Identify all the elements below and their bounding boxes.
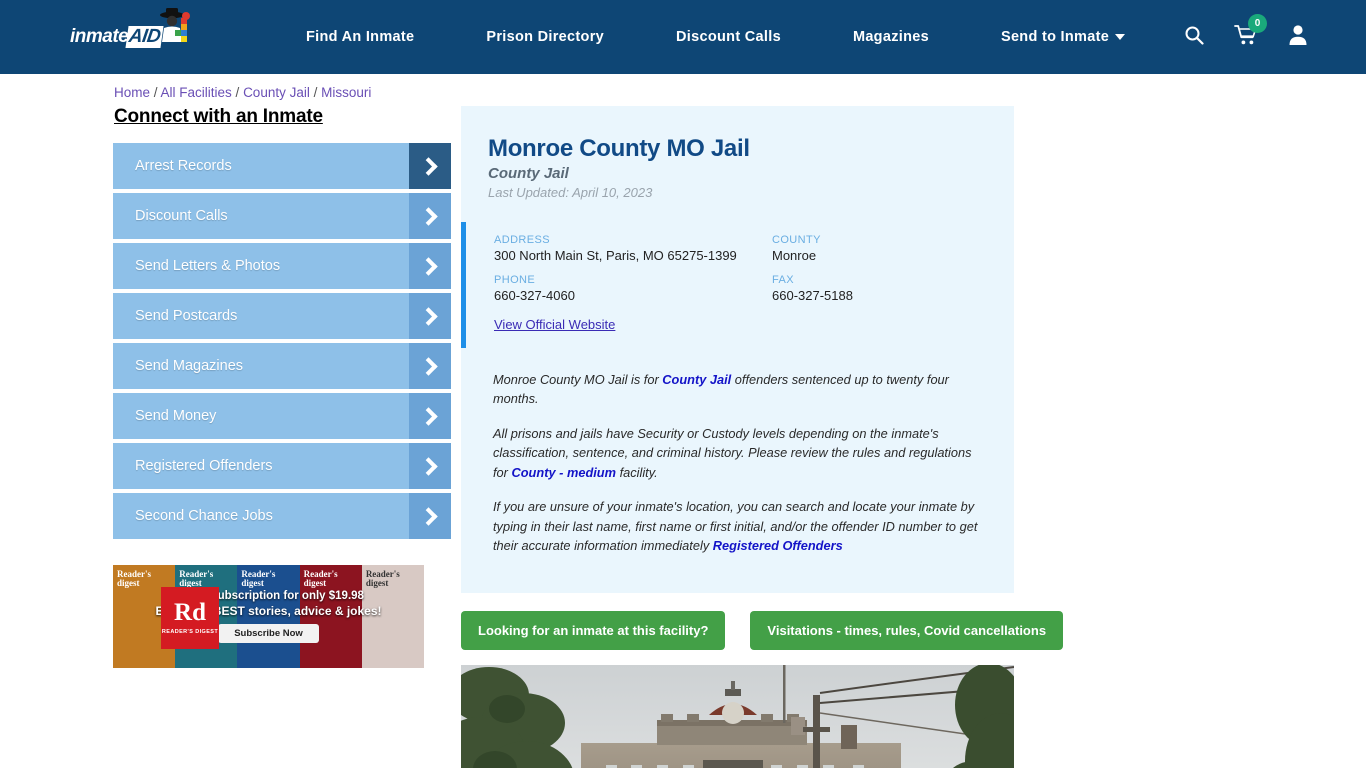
sidebar-item-discount-calls[interactable]: Discount Calls (113, 193, 451, 239)
breadcrumb-missouri[interactable]: Missouri (321, 85, 371, 100)
view-official-website-link[interactable]: View Official Website (494, 317, 615, 332)
readers-digest-logo-icon: Rd READER'S DIGEST (161, 587, 219, 649)
page-body: Home / All Facilities / County Jail / Mi… (0, 74, 1366, 768)
county-value: Monroe (772, 248, 817, 263)
breadcrumb-home[interactable]: Home (114, 85, 150, 100)
chevron-right-icon (409, 493, 451, 539)
fax-label: FAX (772, 274, 794, 286)
breadcrumb-county-jail[interactable]: County Jail (243, 85, 310, 100)
address-label: ADDRESS (494, 234, 550, 246)
sidebar-item-label: Send Money (135, 408, 217, 424)
chevron-right-icon (409, 193, 451, 239)
sidebar-item-send-money[interactable]: Send Money (113, 393, 451, 439)
chevron-right-icon (409, 443, 451, 489)
search-icon[interactable] (1184, 25, 1204, 50)
cta-button-row: Looking for an inmate at this facility? … (461, 610, 1064, 650)
breadcrumb-sep-1: / (150, 85, 161, 100)
nav-magazines[interactable]: Magazines (817, 29, 965, 45)
facility-contact-grid: ADDRESS 300 North Main St, Paris, MO 652… (494, 234, 1014, 303)
ad-logo-sub: READER'S DIGEST (161, 628, 219, 635)
facility-description: Monroe County MO Jail is for County Jail… (461, 370, 1014, 556)
address-value: 300 North Main St, Paris, MO 65275-1399 (494, 248, 737, 263)
sidebar-item-arrest-records[interactable]: Arrest Records (113, 143, 451, 189)
description-paragraph-1: Monroe County MO Jail is for County Jail… (493, 370, 982, 409)
phone-label: PHONE (494, 274, 536, 286)
user-account-icon[interactable] (1288, 24, 1308, 50)
shopping-cart-icon[interactable]: 0 (1234, 13, 1267, 51)
visitations-button[interactable]: Visitations - times, rules, Covid cancel… (750, 610, 1064, 650)
main-content: Monroe County MO Jail County Jail Last U… (461, 106, 1064, 768)
address-field: ADDRESS 300 North Main St, Paris, MO 652… (494, 234, 772, 263)
ad-subscribe-button[interactable]: Subscribe Now (218, 624, 319, 643)
sidebar-item-send-magazines[interactable]: Send Magazines (113, 343, 451, 389)
main-navigation: Find An Inmate Prison Directory Discount… (270, 29, 1161, 45)
county-jail-link[interactable]: County Jail (662, 372, 731, 387)
facility-info-card: Monroe County MO Jail County Jail Last U… (461, 106, 1014, 593)
nav-find-an-inmate[interactable]: Find An Inmate (270, 29, 450, 45)
county-label: COUNTY (772, 234, 821, 246)
breadcrumb-sep-3: / (309, 85, 322, 100)
page-title: Monroe County MO Jail (488, 135, 750, 162)
county-medium-link[interactable]: County - medium (512, 465, 617, 480)
county-field: COUNTY Monroe (772, 234, 1014, 263)
nav-prison-directory[interactable]: Prison Directory (450, 29, 640, 45)
nav-send-to-inmate-label: Send to Inmate (1000, 29, 1110, 45)
sidebar-item-label: Send Postcards (135, 308, 238, 324)
content-columns: Connect with an Inmate Arrest Records Di… (0, 74, 1366, 768)
breadcrumb: Home / All Facilities / County Jail / Mi… (114, 85, 371, 100)
sidebar-title: Connect with an Inmate (114, 106, 323, 127)
sidebar-item-second-chance-jobs[interactable]: Second Chance Jobs (113, 493, 451, 539)
desc-p2-text-b: facility. (616, 464, 658, 480)
facility-type: County Jail (488, 165, 569, 182)
chevron-right-icon (409, 243, 451, 289)
nav-discount-calls[interactable]: Discount Calls (640, 29, 817, 45)
facility-photo (461, 664, 1014, 768)
advertisement-banner[interactable]: Reader's digest Reader's digest Reader's… (113, 565, 424, 668)
chevron-right-icon (409, 293, 451, 339)
description-paragraph-3: If you are unsure of your inmate's locat… (493, 497, 982, 555)
registered-offenders-link[interactable]: Registered Offenders (713, 538, 843, 553)
description-paragraph-2: All prisons and jails have Security or C… (493, 424, 982, 482)
sidebar-item-send-postcards[interactable]: Send Postcards (113, 293, 451, 339)
sidebar-item-label: Registered Offenders (135, 458, 273, 474)
chevron-down-icon (1115, 34, 1126, 41)
sidebar-item-label: Send Letters & Photos (135, 258, 281, 274)
header-icon-group: 0 (1184, 0, 1308, 74)
sidebar-item-label: Send Magazines (135, 358, 244, 374)
looking-for-inmate-button[interactable]: Looking for an inmate at this facility? (461, 610, 726, 650)
sidebar-item-send-letters-photos[interactable]: Send Letters & Photos (113, 243, 451, 289)
cart-count-badge: 0 (1248, 13, 1267, 33)
site-header: inmateAID Find An Inmate Prison Director… (0, 0, 1366, 74)
fax-field: FAX 660-327-5188 (772, 274, 1014, 303)
sidebar-item-label: Arrest Records (135, 158, 232, 174)
breadcrumb-sep-2: / (231, 85, 244, 100)
ad-logo-initials: Rd (174, 598, 206, 626)
chevron-right-icon (409, 143, 451, 189)
chevron-right-icon (409, 393, 451, 439)
sidebar: Connect with an Inmate Arrest Records Di… (113, 106, 451, 768)
ad-overlay: 1 Year Subscription for only $19.98 Enjo… (113, 565, 424, 668)
last-updated-text: Last Updated: April 10, 2023 (488, 185, 653, 200)
phone-value: 660-327-4060 (494, 288, 575, 303)
breadcrumb-all-facilities[interactable]: All Facilities (161, 85, 232, 100)
facility-contact-block: ADDRESS 300 North Main St, Paris, MO 652… (461, 222, 1014, 348)
sidebar-item-label: Discount Calls (135, 208, 228, 224)
logo-text-inmate: inmate (70, 26, 129, 47)
sidebar-item-label: Second Chance Jobs (135, 508, 273, 524)
fax-value: 660-327-5188 (772, 288, 853, 303)
desc-p1-text-a: Monroe County MO Jail is for (493, 372, 663, 387)
chevron-right-icon (409, 343, 451, 389)
facility-photo-image (461, 664, 1014, 768)
inmate-aid-mascot-logo-icon (160, 8, 190, 42)
sidebar-item-registered-offenders[interactable]: Registered Offenders (113, 443, 451, 489)
phone-field: PHONE 660-327-4060 (494, 274, 772, 303)
nav-send-to-inmate[interactable]: Send to Inmate (965, 29, 1161, 45)
logo-wordmark: inmateAID (70, 26, 165, 48)
site-logo[interactable]: inmateAID (70, 8, 190, 58)
